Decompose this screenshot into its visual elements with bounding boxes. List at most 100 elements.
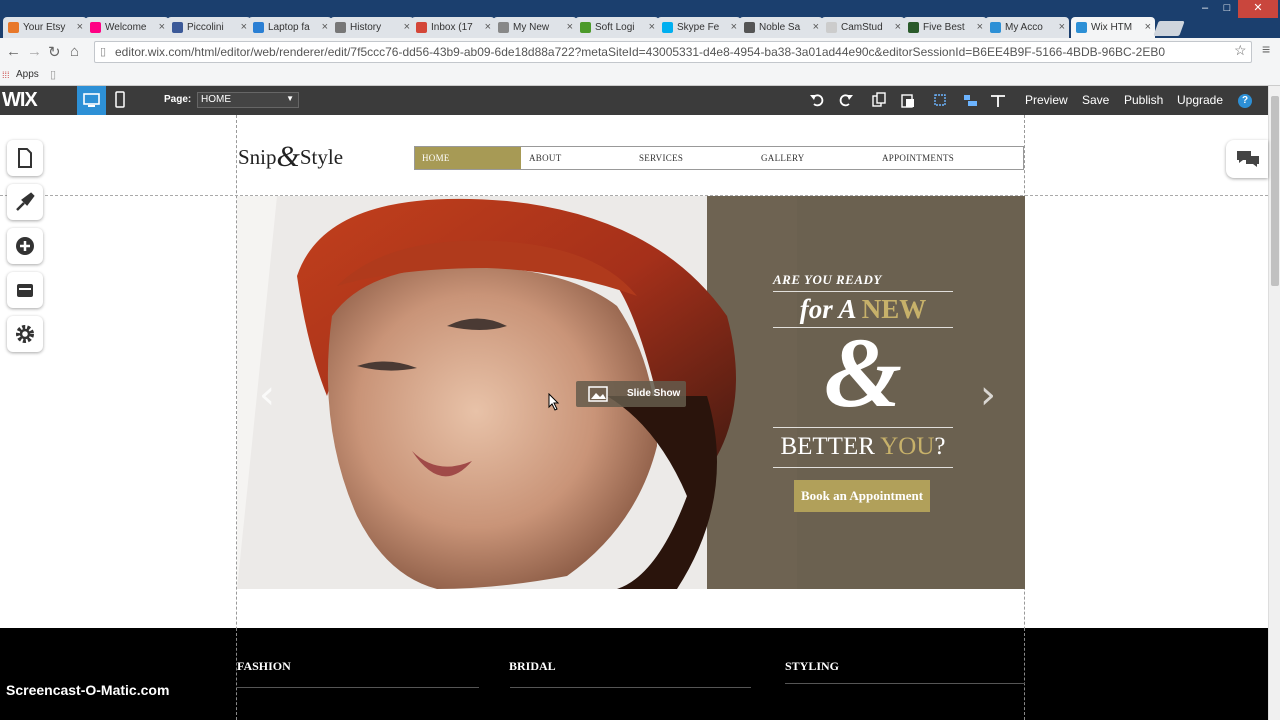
apps-link[interactable]: Apps	[16, 69, 39, 80]
settings-button[interactable]	[7, 316, 43, 352]
browser-tab[interactable]: Laptop fa ×	[248, 17, 332, 39]
chevron-down-icon: ▼	[286, 94, 294, 103]
hero-divider-1	[773, 291, 953, 292]
hero-line-3a: BETTER	[780, 433, 881, 460]
tab-close-icon[interactable]: ×	[567, 21, 573, 33]
app-market-button[interactable]	[7, 272, 43, 308]
forward-icon[interactable]: →	[27, 43, 42, 60]
menu-item-home[interactable]: HOME	[415, 147, 521, 169]
minimize-button[interactable]: –	[1194, 0, 1216, 18]
copy-icon[interactable]	[871, 92, 887, 108]
tab-close-icon[interactable]: ×	[895, 21, 901, 33]
hero-line-3: BETTER YOU?	[773, 433, 953, 461]
ruler-icon[interactable]	[990, 92, 1006, 108]
browser-tab[interactable]: My New ×	[493, 17, 577, 39]
upgrade-button[interactable]: Upgrade	[1177, 93, 1223, 107]
tab-close-icon[interactable]: ×	[813, 21, 819, 33]
browser-tab[interactable]: Welcome ×	[85, 17, 169, 39]
page-label: Page:	[164, 94, 192, 105]
slideshow-text: Slide Show	[627, 388, 681, 399]
scrollbar-thumb[interactable]	[1271, 96, 1279, 286]
paste-icon[interactable]	[900, 92, 916, 108]
browser-tab[interactable]: Inbox (17 ×	[411, 17, 495, 39]
snap-icon[interactable]	[962, 92, 978, 108]
menu-icon[interactable]: ≡	[1262, 41, 1270, 57]
home-icon[interactable]: ⌂	[70, 43, 79, 60]
tab-label: CamStud	[841, 22, 883, 33]
browser-tab[interactable]: Soft Logi ×	[575, 17, 659, 39]
save-button[interactable]: Save	[1082, 93, 1109, 107]
wix-logo: WIX	[2, 89, 38, 111]
browser-tab[interactable]: Your Etsy ×	[3, 17, 87, 39]
browser-tab-strip: Your Etsy × Welcome × Piccolini × Laptop fa × Hi…	[0, 0, 1280, 40]
slideshow-prev-arrow[interactable]: ‹	[259, 372, 275, 418]
logo-ampersand: &	[276, 140, 300, 173]
footer-divider-1	[237, 687, 479, 688]
slideshow-label[interactable]: Slide Show	[576, 381, 686, 407]
maximize-button[interactable]: □	[1216, 0, 1238, 18]
menu-item-gallery[interactable]: GALLERY	[761, 147, 805, 169]
browser-tab[interactable]: Five Best ×	[903, 17, 987, 39]
reload-icon[interactable]: ↻	[48, 43, 61, 61]
tab-close-icon[interactable]: ×	[1145, 21, 1151, 33]
footer-divider-3	[785, 683, 1025, 684]
hero-portrait-image	[237, 196, 797, 589]
close-window-button[interactable]: ✕	[1238, 0, 1278, 18]
address-bar[interactable]: ▯ editor.wix.com/html/editor/web/rendere…	[94, 41, 1252, 63]
tab-close-icon[interactable]: ×	[649, 21, 655, 33]
pages-button[interactable]	[7, 140, 43, 176]
tab-favicon-icon	[1076, 22, 1087, 33]
tab-close-icon[interactable]: ×	[77, 21, 83, 33]
undo-icon[interactable]	[809, 92, 825, 108]
chat-button[interactable]	[1226, 140, 1268, 178]
menu-item-about[interactable]: ABOUT	[529, 147, 562, 169]
back-icon[interactable]: ←	[6, 43, 21, 60]
new-tab-button[interactable]	[1153, 21, 1185, 36]
browser-tab[interactable]: Piccolini ×	[167, 17, 251, 39]
publish-button[interactable]: Publish	[1124, 93, 1163, 107]
tab-close-icon[interactable]: ×	[322, 21, 328, 33]
tab-close-icon[interactable]: ×	[977, 21, 983, 33]
apps-icon[interactable]: ⁞⁞⁞	[2, 70, 10, 80]
mobile-view-button[interactable]	[112, 90, 128, 110]
tab-label: My Acco	[1005, 22, 1043, 33]
tab-close-icon[interactable]: ×	[731, 21, 737, 33]
tab-favicon-icon	[335, 22, 346, 33]
site-menu: HOME ABOUT SERVICES GALLERY APPOINTMENTS	[414, 146, 1024, 170]
browser-tab[interactable]: Wix HTM ×	[1071, 17, 1155, 40]
browser-tab[interactable]: Noble Sa ×	[739, 17, 823, 39]
hero-line-1: ARE YOU READY	[773, 272, 882, 287]
tab-close-icon[interactable]: ×	[1059, 21, 1065, 33]
bookmark-page-icon[interactable]: ▯	[50, 68, 56, 81]
desktop-view-button[interactable]	[77, 86, 106, 115]
browser-tab[interactable]: Skype Fe ×	[657, 17, 741, 39]
tab-close-icon[interactable]: ×	[404, 21, 410, 33]
book-appointment-button[interactable]: Book an Appointment	[794, 480, 930, 512]
help-icon[interactable]: ?	[1238, 94, 1252, 108]
page-select[interactable]: HOME ▼	[197, 92, 299, 108]
menu-item-services[interactable]: SERVICES	[639, 147, 683, 169]
star-icon[interactable]: ☆	[1234, 42, 1247, 59]
footer-heading-bridal: BRIDAL	[509, 659, 556, 673]
page-icon: ▯	[100, 46, 107, 58]
tab-close-icon[interactable]: ×	[485, 21, 491, 33]
tab-label: Your Etsy	[23, 22, 66, 33]
tab-close-icon[interactable]: ×	[159, 21, 165, 33]
gridlines-icon[interactable]	[932, 92, 948, 108]
tab-favicon-icon	[744, 22, 755, 33]
wix-editor-topbar: WIX Page: HOME ▼ Preview Save Publish Up…	[0, 86, 1268, 115]
vertical-scrollbar[interactable]	[1268, 86, 1280, 720]
preview-button[interactable]: Preview	[1025, 93, 1068, 107]
menu-item-appointments[interactable]: APPOINTMENTS	[882, 147, 954, 169]
add-button[interactable]	[7, 228, 43, 264]
redo-icon[interactable]	[838, 92, 854, 108]
browser-tab[interactable]: CamStud ×	[821, 17, 905, 39]
browser-tab[interactable]: My Acco ×	[985, 17, 1069, 39]
tab-close-icon[interactable]: ×	[241, 21, 247, 33]
slideshow-next-arrow[interactable]: ›	[980, 372, 996, 418]
mobile-icon	[115, 91, 125, 108]
design-button[interactable]	[7, 184, 43, 220]
image-icon	[588, 386, 608, 402]
browser-tab[interactable]: History ×	[330, 17, 414, 39]
site-logo[interactable]: Snip&Style	[238, 140, 343, 174]
